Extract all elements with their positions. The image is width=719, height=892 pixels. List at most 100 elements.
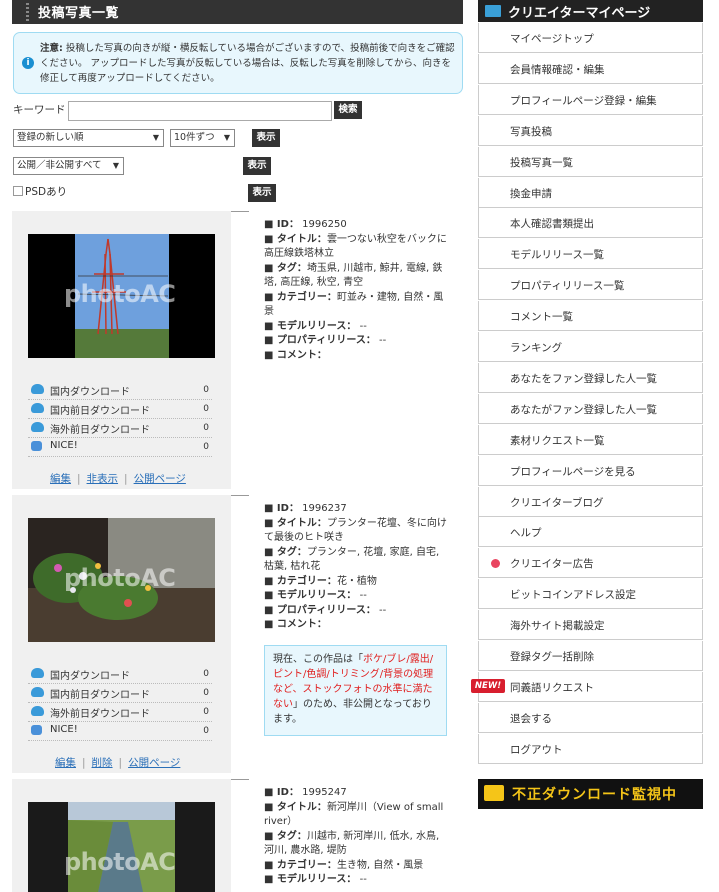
stat-row: 国内ダウンロード 0: [28, 381, 212, 400]
meta-label: ■ カテゴリー：: [264, 575, 337, 587]
sidebar-item[interactable]: クリエイター広告: [478, 548, 703, 578]
meta-label: ■ プロパティリリース：: [264, 604, 376, 616]
stat-label: 海外前日ダウンロード: [50, 709, 150, 720]
item-property-release: --: [379, 335, 387, 346]
sidebar-item[interactable]: 同義語リクエスト: [478, 672, 703, 702]
stat-value: 0: [203, 404, 209, 414]
page-title: 投稿写真一覧: [38, 6, 120, 21]
item-property-release: --: [379, 604, 387, 616]
item-model-release: --: [359, 590, 367, 601]
meta-label: ■ ID：: [264, 503, 299, 514]
item-meta: ■ ID： 1995247 ■ タイトル：新河岸川（View of small …: [264, 786, 449, 888]
public-page-link[interactable]: 公開ページ: [134, 473, 186, 485]
sidebar-item-label: 海外サイト掲載設定: [510, 620, 605, 632]
sidebar-item[interactable]: あなたをファン登録した人一覧: [478, 363, 703, 393]
sidebar-item-label: コメント一覧: [510, 311, 573, 323]
item-meta: ■ ID： 1996237 ■ タイトル：プランター花壇、冬に向けて最後のヒト咲…: [264, 502, 449, 633]
sidebar-item[interactable]: 換金申請: [478, 178, 703, 208]
sidebar-item[interactable]: 退会する: [478, 703, 703, 733]
item-category: 花・植物: [336, 575, 377, 587]
meta-label: ■ タグ：: [264, 830, 307, 842]
photo-thumbnail[interactable]: photoAC: [28, 802, 215, 892]
meta-label: ■ カテゴリー：: [264, 859, 337, 871]
show-button-sort[interactable]: 表示: [252, 129, 280, 147]
notice-text: 注意: 投稿した写真の向きが縦・横反転している場合がございますので、投稿前後で向…: [40, 41, 456, 86]
edit-link[interactable]: 編集: [50, 473, 71, 485]
divider: [231, 495, 249, 496]
sidebar-item[interactable]: 登録タグ一括削除: [478, 641, 703, 671]
keyword-input[interactable]: [68, 101, 332, 121]
sidebar-item[interactable]: 投稿写真一覧: [478, 147, 703, 177]
stat-value: 0: [203, 442, 209, 452]
delete-link[interactable]: 削除: [92, 757, 113, 769]
thumbs-up-icon: [31, 725, 42, 735]
sidebar-item-label: あなたがファン登録した人一覧: [510, 404, 657, 416]
stat-row: 国内前日ダウンロード 0: [28, 400, 212, 419]
meta-label: ■ モデルリリース：: [264, 590, 357, 601]
cloud-download-icon: [31, 384, 44, 394]
item-model-release: --: [359, 320, 367, 332]
sidebar-item[interactable]: 海外サイト掲載設定: [478, 610, 703, 640]
meta-label: ■ タグ：: [264, 262, 307, 274]
sidebar-item[interactable]: 本人確認書類提出: [478, 208, 703, 238]
sidebar-item-label: ランキング: [510, 342, 563, 354]
divider: [231, 211, 249, 212]
notice-label: 注意:: [40, 43, 63, 54]
show-button-psd[interactable]: 表示: [248, 184, 276, 202]
sidebar-item[interactable]: マイページトップ: [478, 23, 703, 53]
alert-text-post: 」のため、非公開となっております。: [273, 699, 432, 725]
per-page-select[interactable]: 10件ずつ ▼: [170, 129, 235, 147]
meta-label: ■ コメント：: [264, 349, 327, 361]
photo-thumbnail[interactable]: photoAC: [28, 518, 215, 642]
item-model-release: --: [359, 874, 367, 885]
sidebar-item[interactable]: 写真投稿: [478, 116, 703, 146]
sort-select[interactable]: 登録の新しい順 ▼: [13, 129, 164, 147]
sidebar-item-label: ビットコインアドレス設定: [510, 589, 636, 601]
camera-icon: [484, 785, 504, 801]
sidebar-item[interactable]: プロフィールページを見る: [478, 456, 703, 486]
meta-label: ■ ID：: [264, 219, 299, 230]
visibility-value: 公開／非公開すべて: [17, 160, 102, 171]
stat-label: 国内前日ダウンロード: [50, 406, 150, 417]
psd-checkbox[interactable]: [13, 186, 23, 196]
sidebar-item[interactable]: ヘルプ: [478, 517, 703, 547]
cloud-download-icon: [31, 668, 44, 678]
item-meta: ■ ID： 1996250 ■ タイトル：雲一つない秋空をバックに高圧線鉄塔林立…: [264, 218, 449, 363]
photo-image: [28, 802, 215, 892]
sidebar-item[interactable]: ログアウト: [478, 734, 703, 764]
sidebar-item-label: 素材リクエスト一覧: [510, 435, 605, 447]
meta-label: ■ プロパティリリース：: [264, 335, 376, 346]
item-id: 1996250: [302, 219, 347, 230]
fraud-monitor-banner[interactable]: 不正ダウンロード監視中: [478, 779, 703, 809]
cloud-download-icon: [31, 403, 44, 413]
sidebar-item[interactable]: コメント一覧: [478, 301, 703, 331]
visibility-select[interactable]: 公開／非公開すべて ▼: [13, 157, 124, 175]
sidebar-item[interactable]: 会員情報確認・編集: [478, 54, 703, 84]
watermark: photoAC: [64, 280, 176, 308]
hide-link[interactable]: 非表示: [87, 473, 119, 485]
cloud-download-icon: [31, 706, 44, 716]
separator: |: [82, 757, 86, 769]
sidebar-item[interactable]: 素材リクエスト一覧: [478, 425, 703, 455]
edit-link[interactable]: 編集: [55, 757, 76, 769]
header-decoration: [26, 3, 29, 21]
sidebar-item[interactable]: プロフィールページ登録・編集: [478, 85, 703, 115]
stat-label: 国内前日ダウンロード: [50, 690, 150, 701]
sidebar-item[interactable]: あなたがファン登録した人一覧: [478, 394, 703, 424]
unpublished-alert: 現在、この作品は「ボケ/ブレ/露出/ピント/色調/トリミング/背景の処理など、ス…: [264, 645, 447, 736]
stat-row: 国内前日ダウンロード 0: [28, 684, 212, 703]
sidebar-item-label: ヘルプ: [510, 527, 542, 539]
new-badge: NEW!: [471, 679, 505, 693]
public-page-link[interactable]: 公開ページ: [128, 757, 180, 769]
stat-row: NICE! 0: [28, 722, 212, 741]
sidebar-item[interactable]: ビットコインアドレス設定: [478, 579, 703, 609]
sidebar-item[interactable]: プロパティリリース一覧: [478, 270, 703, 300]
show-button-visibility[interactable]: 表示: [243, 157, 271, 175]
photo-thumbnail[interactable]: photoAC: [28, 234, 215, 358]
search-button[interactable]: 検索: [334, 101, 362, 119]
watermark: photoAC: [64, 564, 176, 592]
sidebar-item[interactable]: ランキング: [478, 332, 703, 362]
sidebar-item[interactable]: クリエイターブログ: [478, 487, 703, 517]
sidebar-item[interactable]: モデルリリース一覧: [478, 239, 703, 269]
divider: [231, 779, 249, 780]
